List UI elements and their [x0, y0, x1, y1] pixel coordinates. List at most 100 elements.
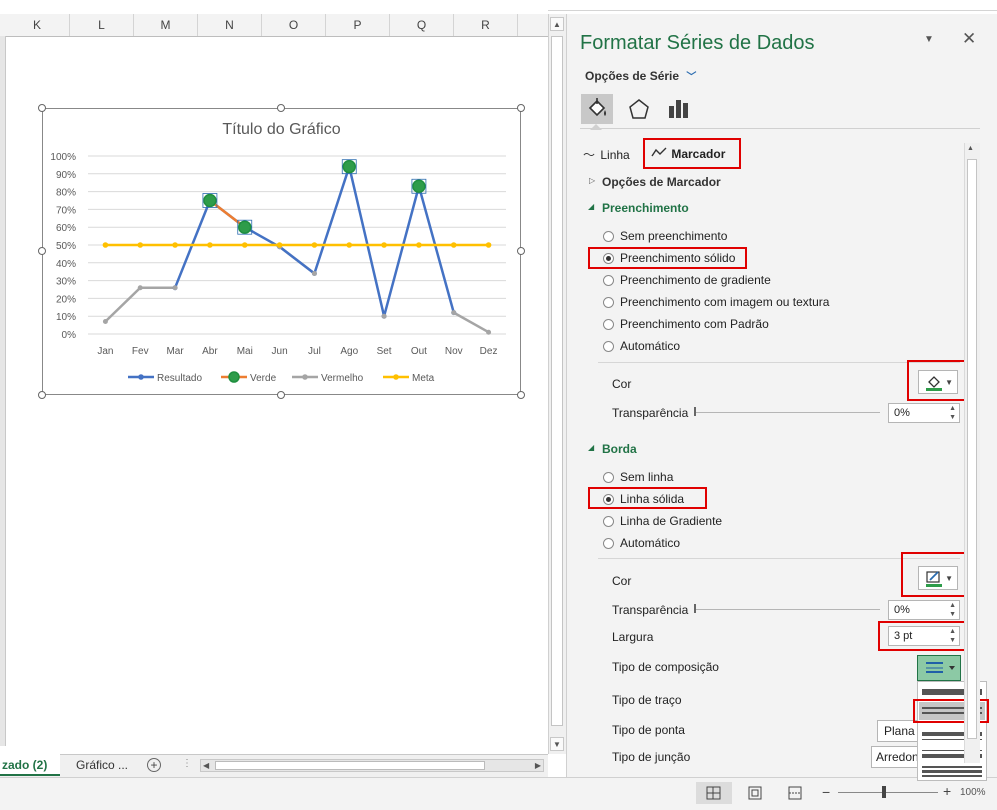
scroll-up-icon[interactable]: ▲: [550, 17, 564, 31]
column-header-p[interactable]: P: [326, 14, 390, 36]
fill-section-header[interactable]: Preenchimento: [602, 201, 689, 215]
scroll-down-icon[interactable]: ▼: [550, 737, 564, 751]
column-header-o[interactable]: O: [262, 14, 326, 36]
expand-triangle-icon[interactable]: ▷: [589, 176, 595, 185]
fill-line-tab[interactable]: [581, 94, 613, 124]
hscroll-thumb[interactable]: [215, 761, 485, 770]
resize-handle-nw[interactable]: [38, 104, 46, 112]
zoom-slider[interactable]: [838, 792, 938, 793]
fill-option-label[interactable]: Automático: [620, 339, 680, 353]
effects-tab[interactable]: [624, 94, 654, 124]
fill-radio-pattern[interactable]: [603, 319, 614, 330]
pane-title: Formatar Séries de Dados: [580, 32, 815, 54]
border-transparency-slider-knob[interactable]: [694, 604, 696, 613]
pentagon-icon: [629, 99, 649, 119]
chart-plot-area[interactable]: 100% 90% 80% 70% 60% 50% 40% 30% 20% 10% 0% Jan Fev M…: [43, 109, 520, 394]
data-point-verde: [342, 159, 356, 174]
series-options-label: Opções de Série: [585, 69, 680, 83]
line-chart[interactable]: Título do Gráfico 100% 90% 80% 70% 60% 50% 40%…: [42, 108, 521, 395]
spinner-arrows-icon[interactable]: ▲ ▼: [949, 404, 956, 422]
resize-handle-w[interactable]: [38, 247, 46, 255]
zoom-slider-knob[interactable]: [882, 786, 886, 798]
fill-radio-automatic[interactable]: [603, 341, 614, 352]
close-icon[interactable]: ✕: [962, 29, 976, 49]
resize-handle-e[interactable]: [517, 247, 525, 255]
data-point-meta: [102, 242, 109, 248]
border-option-label[interactable]: Linha sólida: [620, 492, 684, 506]
column-header-n[interactable]: N: [198, 14, 262, 36]
series-options-tab[interactable]: [664, 94, 694, 124]
row-header-edge: [0, 36, 6, 746]
collapse-triangle-icon[interactable]: ◢: [588, 443, 594, 452]
fill-radio-solid[interactable]: [603, 253, 614, 264]
compound-type-button[interactable]: [917, 655, 961, 681]
fill-radio-gradient[interactable]: [603, 275, 614, 286]
fill-transparency-slider[interactable]: [694, 412, 880, 413]
y-tick-label: 10%: [56, 312, 76, 323]
border-radio-solid[interactable]: [603, 494, 614, 505]
scroll-right-icon[interactable]: ▶: [535, 760, 541, 771]
data-point-verde: [203, 193, 217, 208]
resize-handle-ne[interactable]: [517, 104, 525, 112]
data-point-meta: [416, 242, 422, 248]
resize-handle-n[interactable]: [277, 104, 285, 112]
resize-handle-s[interactable]: [277, 391, 285, 399]
width-input[interactable]: 3 pt ▲ ▼: [888, 626, 960, 646]
sheet-vertical-scrollbar[interactable]: ▲ ▼: [548, 14, 566, 754]
fill-transparency-input[interactable]: 0% ▲ ▼: [888, 403, 960, 423]
resize-handle-se[interactable]: [517, 391, 525, 399]
width-label: Largura: [612, 630, 654, 644]
resize-handle-sw[interactable]: [38, 391, 46, 399]
add-sheet-icon[interactable]: +: [147, 758, 161, 772]
fill-radio-picture[interactable]: [603, 297, 614, 308]
pane-scrollbar[interactable]: ▲: [964, 143, 980, 763]
border-section-header[interactable]: Borda: [602, 442, 637, 456]
collapse-triangle-icon[interactable]: ◢: [588, 202, 594, 211]
sheet-horizontal-scrollbar[interactable]: ◀ ▶: [200, 759, 544, 772]
view-normal-icon[interactable]: [696, 782, 732, 804]
column-header-r[interactable]: R: [454, 14, 518, 36]
border-transparency-input[interactable]: 0% ▲ ▼: [888, 600, 960, 620]
more-dots-icon[interactable]: ⋮: [182, 758, 192, 769]
fill-radio-none[interactable]: [603, 231, 614, 242]
line-subtab[interactable]: 〜 Linha: [583, 146, 630, 163]
spinner-arrows-icon[interactable]: ▲ ▼: [949, 627, 956, 645]
border-radio-automatic[interactable]: [603, 538, 614, 549]
sheet-vscroll-thumb[interactable]: [551, 36, 563, 726]
fill-color-button[interactable]: ▼: [918, 370, 958, 394]
sheet-tab[interactable]: Gráfico ...: [76, 754, 128, 776]
border-transparency-slider[interactable]: [694, 609, 880, 610]
border-option-label[interactable]: Linha de Gradiente: [620, 514, 722, 528]
view-page-break-icon[interactable]: [784, 782, 806, 804]
border-option-label[interactable]: Automático: [620, 536, 680, 550]
fill-option-label[interactable]: Preenchimento com imagem ou textura: [620, 295, 829, 309]
border-option-label[interactable]: Sem linha: [620, 470, 673, 484]
sheet-tab-active[interactable]: zado (2): [0, 754, 60, 776]
border-radio-none[interactable]: [603, 472, 614, 483]
column-header-q[interactable]: Q: [390, 14, 454, 36]
fill-option-label[interactable]: Preenchimento com Padrão: [620, 317, 769, 331]
compound-option-triple[interactable]: [918, 765, 986, 779]
border-radio-gradient[interactable]: [603, 516, 614, 527]
marker-options-header[interactable]: Opções de Marcador: [602, 175, 721, 189]
spinner-arrows-icon[interactable]: ▲ ▼: [949, 601, 956, 619]
column-header-m[interactable]: M: [134, 14, 198, 36]
zoom-in-icon[interactable]: +: [943, 783, 951, 799]
fill-transparency-slider-knob[interactable]: [694, 407, 696, 416]
column-header-k[interactable]: K: [5, 14, 70, 36]
scroll-left-icon[interactable]: ◀: [203, 760, 209, 771]
fill-option-label[interactable]: Sem preenchimento: [620, 229, 727, 243]
column-header-l[interactable]: L: [70, 14, 134, 36]
view-page-layout-icon[interactable]: [744, 782, 766, 804]
border-color-button[interactable]: ▼: [918, 566, 958, 590]
zoom-out-icon[interactable]: −: [822, 784, 830, 800]
fill-option-label[interactable]: Preenchimento de gradiente: [620, 273, 771, 287]
pane-scroll-thumb[interactable]: [967, 159, 977, 739]
series-options-dropdown[interactable]: Opções de Série ﹀: [585, 68, 696, 83]
scroll-up-icon[interactable]: ▲: [967, 145, 974, 152]
pane-options-chevron-icon[interactable]: ▼: [924, 34, 934, 45]
fill-option-label[interactable]: Preenchimento sólido: [620, 251, 735, 265]
zoom-level[interactable]: 100%: [960, 787, 986, 798]
x-tick-label: Out: [411, 346, 427, 357]
marker-subtab[interactable]: Marcador: [651, 146, 725, 161]
